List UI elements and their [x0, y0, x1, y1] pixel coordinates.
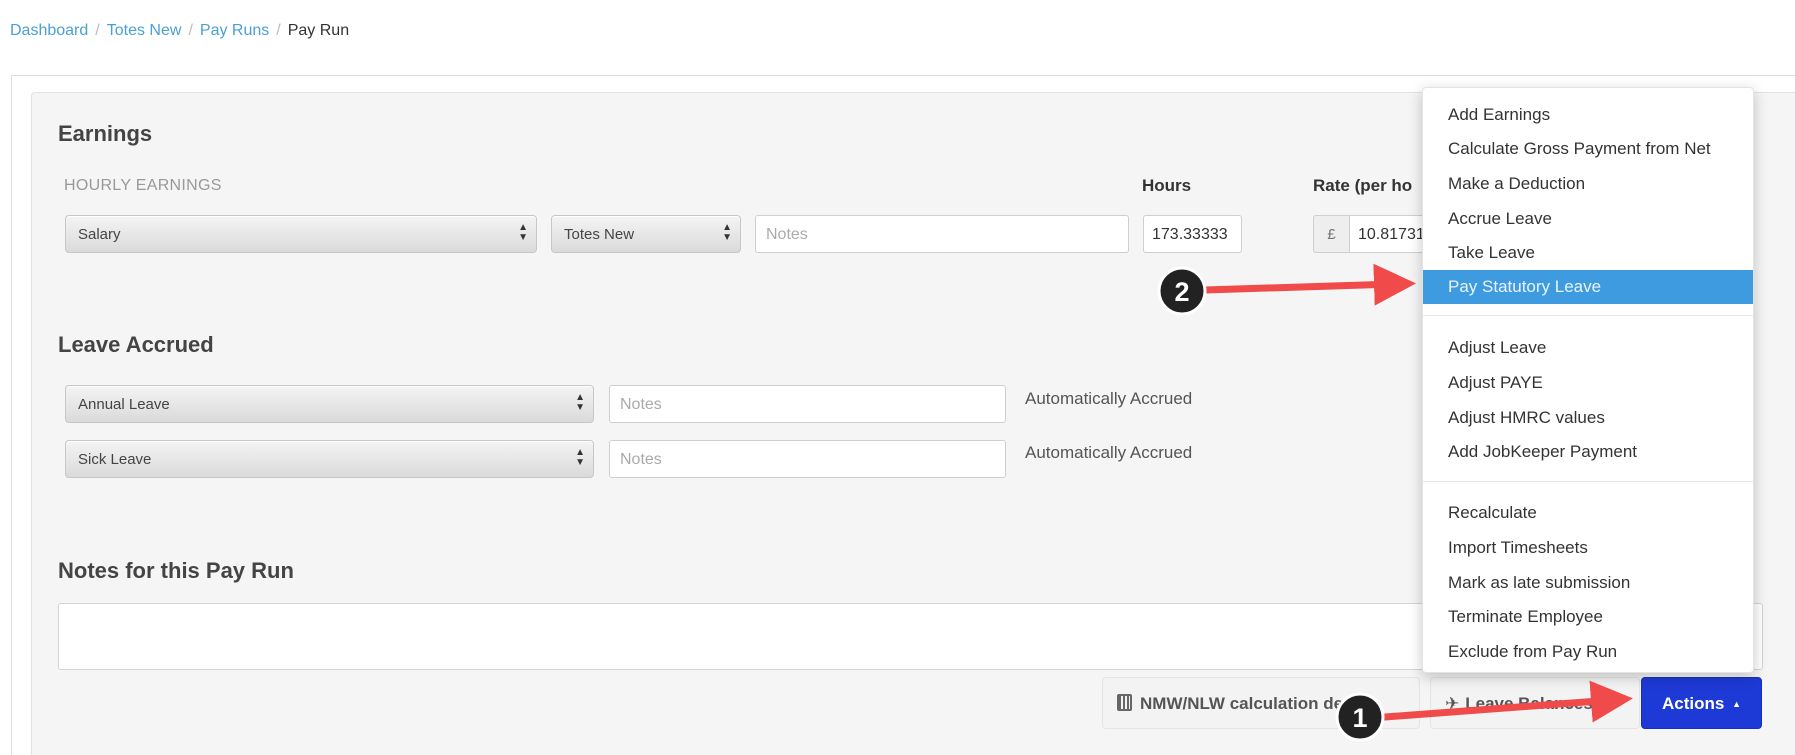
breadcrumb-separator: /: [276, 22, 281, 39]
menu-item-accrue-leave[interactable]: Accrue Leave: [1423, 202, 1753, 236]
nmw-calculation-label: NMW/NLW calculation details: [1140, 694, 1378, 713]
select-arrows-icon: ▲ ▼: [575, 447, 585, 468]
breadcrumb-pay-runs[interactable]: Pay Runs: [200, 22, 269, 39]
leave-type-select[interactable]: Sick Leave ▲ ▼: [65, 440, 594, 478]
menu-item-adjust-hmrc[interactable]: Adjust HMRC values: [1423, 401, 1753, 435]
leave-balances-label: Leave Balances: [1465, 694, 1593, 713]
leave-type-value: Annual Leave: [78, 396, 170, 413]
leave-balances-button[interactable]: ✈ Leave Balances: [1430, 677, 1640, 729]
select-arrows-icon: ▲ ▼: [518, 222, 528, 243]
earnings-title: Earnings: [58, 121, 153, 146]
plane-icon: ✈: [1445, 694, 1460, 713]
hours-label: Hours: [1142, 176, 1192, 195]
currency-prefix: £: [1313, 215, 1349, 253]
leave-accrual-status: Automatically Accrued: [1025, 389, 1193, 408]
leave-type-value: Sick Leave: [78, 451, 152, 468]
menu-item-adjust-leave[interactable]: Adjust Leave: [1423, 331, 1753, 365]
actions-menu: Add Earnings Calculate Gross Payment fro…: [1422, 87, 1754, 673]
rate-input[interactable]: 10.81731: [1349, 215, 1429, 253]
leave-notes-input[interactable]: Notes: [609, 385, 1006, 423]
pay-run-notes-title: Notes for this Pay Run: [58, 558, 294, 583]
calculator-icon: [1117, 694, 1132, 711]
earnings-location-select[interactable]: Totes New ▲ ▼: [551, 215, 741, 253]
menu-item-import-timesheets[interactable]: Import Timesheets: [1423, 531, 1753, 565]
breadcrumb-separator: /: [188, 22, 193, 39]
menu-divider: [1423, 315, 1753, 316]
menu-item-take-leave[interactable]: Take Leave: [1423, 236, 1753, 270]
leave-type-select[interactable]: Annual Leave ▲ ▼: [65, 385, 594, 423]
hourly-earnings-label: HOURLY EARNINGS: [64, 177, 222, 194]
menu-item-mark-late[interactable]: Mark as late submission: [1423, 566, 1753, 600]
menu-item-add-jobkeeper[interactable]: Add JobKeeper Payment: [1423, 435, 1753, 469]
leave-accrual-status: Automatically Accrued: [1025, 443, 1193, 462]
select-arrows-icon: ▲ ▼: [575, 392, 585, 413]
menu-item-adjust-paye[interactable]: Adjust PAYE: [1423, 366, 1753, 400]
menu-item-pay-statutory-leave[interactable]: Pay Statutory Leave: [1423, 270, 1753, 304]
rate-label: Rate (per ho: [1313, 176, 1413, 195]
breadcrumb: Dashboard / Totes New / Pay Runs / Pay Run: [10, 22, 349, 40]
actions-button[interactable]: Actions ▲: [1641, 677, 1762, 729]
leave-notes-input[interactable]: Notes: [609, 440, 1006, 478]
menu-item-recalculate[interactable]: Recalculate: [1423, 496, 1753, 530]
earnings-category-value: Salary: [78, 226, 121, 243]
actions-label: Actions: [1662, 694, 1725, 713]
menu-divider: [1423, 481, 1753, 482]
menu-item-make-deduction[interactable]: Make a Deduction: [1423, 167, 1753, 201]
breadcrumb-current: Pay Run: [287, 22, 350, 39]
breadcrumb-totes-new[interactable]: Totes New: [107, 22, 182, 39]
earnings-location-value: Totes New: [564, 226, 635, 243]
select-arrows-icon: ▲ ▼: [722, 222, 732, 243]
menu-item-add-earnings[interactable]: Add Earnings: [1423, 98, 1753, 132]
breadcrumb-separator: /: [95, 22, 100, 39]
earnings-notes-input[interactable]: Notes: [755, 215, 1129, 253]
earnings-category-select[interactable]: Salary ▲ ▼: [65, 215, 537, 253]
caret-up-icon: ▲: [1732, 699, 1741, 709]
nmw-calculation-button[interactable]: NMW/NLW calculation details: [1102, 677, 1420, 729]
menu-item-exclude-from-pay-run[interactable]: Exclude from Pay Run: [1423, 635, 1753, 669]
menu-item-terminate-employee[interactable]: Terminate Employee: [1423, 600, 1753, 634]
hours-input[interactable]: 173.33333: [1143, 215, 1242, 253]
leave-accrued-title: Leave Accrued: [58, 332, 214, 357]
breadcrumb-dashboard[interactable]: Dashboard: [10, 22, 88, 39]
menu-item-calculate-gross[interactable]: Calculate Gross Payment from Net: [1423, 132, 1753, 166]
